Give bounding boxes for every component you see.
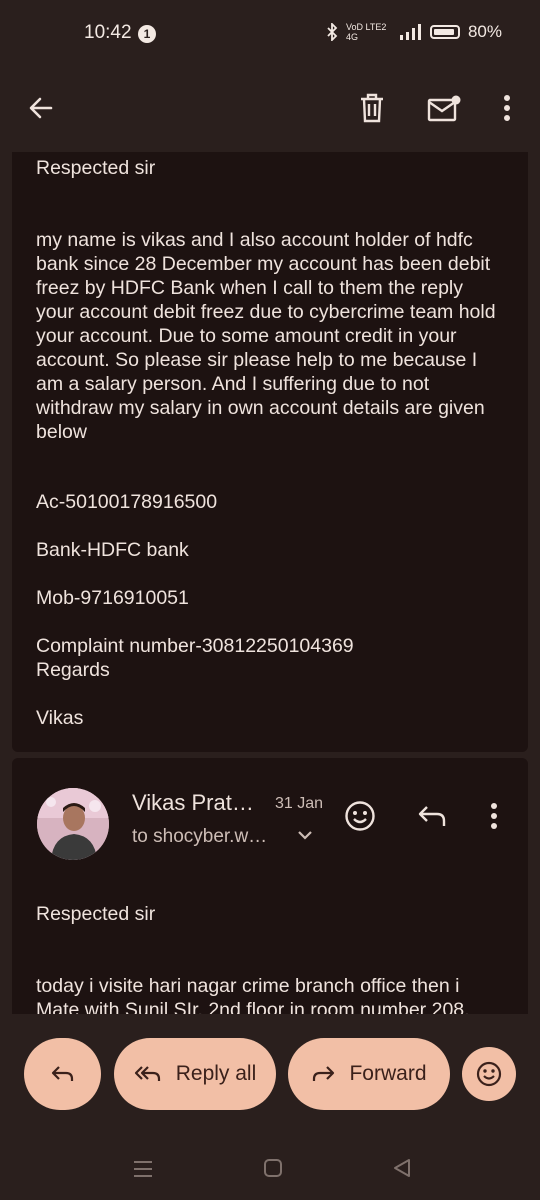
chevron-down-icon[interactable] xyxy=(297,824,313,847)
recipient-line[interactable]: to shocyber.w… xyxy=(132,826,267,848)
bluetooth-icon xyxy=(327,23,338,41)
reply-button[interactable] xyxy=(24,1038,101,1110)
detail-mobile: Mob-9716910051 xyxy=(36,587,189,609)
avatar[interactable] xyxy=(37,788,109,860)
home-icon[interactable] xyxy=(263,1158,283,1184)
sender-name[interactable]: Vikas Prat… xyxy=(132,790,254,816)
mail-unread-icon[interactable] xyxy=(420,84,468,132)
message-2-body: today i visite hari nagar crime branch o… xyxy=(36,975,470,1014)
reply-all-label: Reply all xyxy=(175,1062,257,1085)
message-2-greeting: Respected sir xyxy=(36,903,156,925)
reply-icon[interactable] xyxy=(410,794,454,838)
message-date: 31 Jan xyxy=(275,795,324,812)
bottom-action-bar: Reply all Forward xyxy=(0,1014,540,1144)
reply-icon xyxy=(51,1066,73,1081)
network-labels: VoD LTE2 4G xyxy=(345,22,387,42)
more-vert-icon[interactable] xyxy=(483,84,531,132)
reply-all-icon xyxy=(134,1066,160,1081)
more-vert-icon[interactable] xyxy=(472,794,516,838)
detail-account: Ac-50100178916500 xyxy=(36,491,218,513)
top-toolbar xyxy=(0,68,540,152)
signoff-regards: Regards xyxy=(36,659,110,681)
message-1-greeting: Respected sir xyxy=(36,157,156,179)
back-nav-icon[interactable] xyxy=(393,1158,411,1184)
message-1-signoff: Regards Vikas 9716910051 xyxy=(36,634,504,752)
message-card-2: Vikas Prat… 31 Jan to shocyber.w… Respec… xyxy=(12,758,528,1014)
message-1-body: my name is vikas and I also account hold… xyxy=(36,229,496,443)
forward-label: Forward xyxy=(349,1062,427,1085)
forward-button[interactable]: Forward xyxy=(288,1038,450,1110)
signoff-name: Vikas xyxy=(36,707,84,729)
forward-icon xyxy=(313,1066,335,1081)
signal-icon xyxy=(399,24,421,40)
status-time: 10:42 xyxy=(84,22,132,43)
emoji-button[interactable] xyxy=(462,1047,516,1101)
emoji-icon xyxy=(476,1061,502,1087)
reply-all-button[interactable]: Reply all xyxy=(114,1038,276,1110)
arrow-back-icon[interactable] xyxy=(17,84,65,132)
detail-bank: Bank-HDFC bank xyxy=(36,539,189,561)
notification-count-badge: 1 xyxy=(138,25,156,43)
battery-icon xyxy=(429,25,460,39)
message-card-1: Respected sir my name is vikas and I als… xyxy=(12,152,528,752)
recent-apps-icon[interactable] xyxy=(133,1158,153,1184)
status-bar: 10:42 1 VoD LTE2 4G 80% xyxy=(0,0,540,68)
emoji-react-icon[interactable] xyxy=(338,794,382,838)
battery-percent: 80% xyxy=(467,22,502,41)
status-icons: VoD LTE2 4G 80% xyxy=(326,22,502,42)
system-nav-bar xyxy=(0,1144,540,1200)
trash-icon[interactable] xyxy=(348,84,396,132)
